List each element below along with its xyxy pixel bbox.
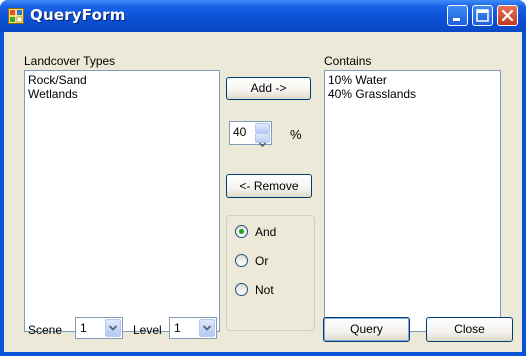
query-button-label: Query: [350, 322, 383, 336]
radio-label-not: Not: [255, 283, 274, 297]
list-item[interactable]: Wetlands: [28, 87, 216, 101]
percent-stepper[interactable]: 40: [229, 121, 272, 148]
contains-label: Contains: [324, 54, 372, 68]
scene-dropdown-button[interactable]: [105, 319, 121, 337]
level-label: Level: [133, 323, 162, 337]
landcover-types-label: Landcover Types: [24, 54, 116, 68]
logic-group-box: And Or Not: [226, 215, 315, 331]
chevron-down-icon: [108, 325, 118, 331]
chevron-down-icon: [258, 142, 267, 148]
radio-button-or[interactable]: [235, 254, 248, 267]
level-dropdown[interactable]: 1: [169, 317, 217, 339]
window-title: QueryForm: [30, 6, 126, 24]
percent-unit-label: %: [290, 127, 302, 142]
app-form-icon: [8, 8, 24, 24]
list-item[interactable]: 40% Grasslands: [328, 87, 497, 101]
maximize-icon: [476, 9, 489, 22]
radio-label-or: Or: [255, 254, 269, 268]
spin-down-button[interactable]: [255, 133, 270, 148]
radio-selected-dot: [239, 229, 244, 234]
close-icon: [501, 9, 514, 22]
radio-button-and[interactable]: [235, 225, 248, 238]
add-button[interactable]: Add ->: [226, 77, 311, 100]
level-dropdown-button[interactable]: [199, 319, 215, 337]
minimize-button[interactable]: [447, 5, 468, 26]
add-button-label: Add ->: [250, 81, 287, 95]
scene-value: 1: [80, 321, 87, 335]
contains-listbox[interactable]: 10% Water 40% Grasslands: [324, 70, 501, 332]
remove-button-label: <- Remove: [239, 179, 299, 193]
query-button[interactable]: Query: [323, 317, 410, 342]
remove-button[interactable]: <- Remove: [226, 174, 312, 198]
scene-dropdown[interactable]: 1: [75, 317, 123, 339]
title-bar[interactable]: QueryForm: [0, 0, 526, 32]
minimize-icon: [453, 18, 460, 21]
close-button[interactable]: Close: [426, 317, 513, 342]
chevron-down-icon: [202, 325, 212, 331]
radio-button-not[interactable]: [235, 283, 248, 296]
close-window-button[interactable]: [497, 5, 518, 26]
maximize-button[interactable]: [472, 5, 493, 26]
radio-label-and: And: [255, 225, 277, 239]
spin-up-button[interactable]: [255, 123, 270, 138]
query-form-window: QueryForm Landcover Types Rock/Sand Wetl…: [0, 0, 526, 356]
landcover-types-listbox[interactable]: Rock/Sand Wetlands: [24, 70, 220, 332]
percent-value: 40: [233, 125, 247, 139]
scene-label: Scene: [28, 323, 63, 337]
close-button-label: Close: [454, 322, 485, 336]
list-item[interactable]: Rock/Sand: [28, 73, 216, 87]
level-value: 1: [174, 321, 181, 335]
form-client-area: Landcover Types Rock/Sand Wetlands Conta…: [4, 32, 522, 352]
list-item[interactable]: 10% Water: [328, 73, 497, 87]
